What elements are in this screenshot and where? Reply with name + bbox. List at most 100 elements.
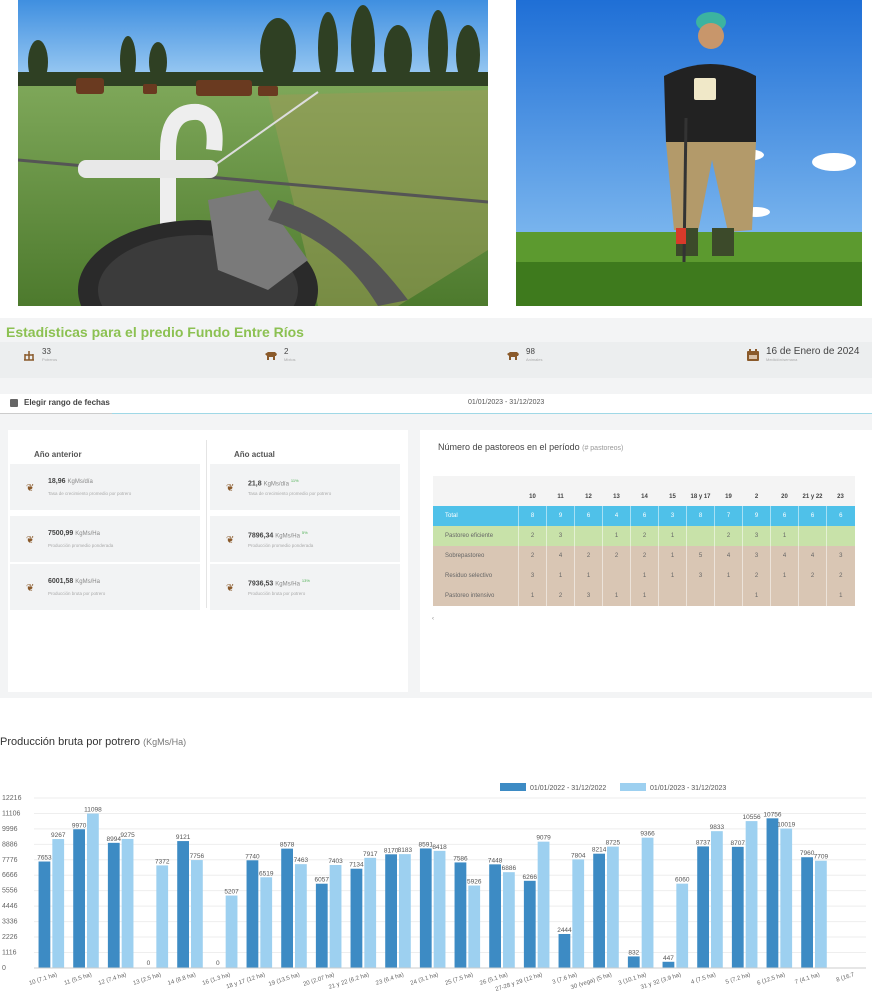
curr-year-header: Año actual — [234, 450, 275, 459]
stat-potreros: 33 Potreros — [22, 347, 57, 363]
x-tick-label: 4 (7.5 ha) — [690, 972, 716, 986]
bar-value-label: 8418 — [432, 844, 447, 851]
grazing-cell: 3 — [742, 546, 771, 566]
grazing-cell: 8 — [518, 506, 547, 526]
scroll-left-arrow[interactable]: ‹ — [432, 616, 436, 624]
bar-value-label: 7756 — [190, 853, 205, 860]
grazing-row: Sobrepastoreo 2 4 2 2 2 1 5 4 3 4 4 3 — [432, 546, 855, 566]
x-tick-label: 5 (7.2 ha) — [725, 972, 751, 986]
x-tick-label: 19 (13.5 ha) — [268, 972, 301, 988]
calendar-icon — [747, 349, 759, 361]
bar-value-label: 6057 — [315, 877, 330, 884]
bar — [572, 859, 585, 968]
stats-bar: 33 Potreros 2 Mixtos 98 Animales 16 de Ener… — [0, 342, 872, 378]
grazing-cell: 2 — [826, 566, 855, 586]
prev-gross-production: ❦ 6001,58 KgMs/Ha Producción bruta por p… — [10, 564, 200, 610]
bar-value-label: 9275 — [120, 832, 135, 839]
grazing-cell: 6 — [630, 506, 659, 526]
bar-value-label: 447 — [663, 955, 674, 962]
x-tick-label: 11 (5.5 ha) — [64, 972, 93, 987]
bar — [676, 883, 689, 968]
y-tick-label: 12216 — [2, 795, 22, 802]
grazing-cell: 4 — [714, 546, 743, 566]
sprout-icon: ❦ — [226, 583, 235, 594]
grazing-cell: 1 — [602, 526, 631, 546]
bar-value-label: 9079 — [536, 835, 551, 842]
grazing-cell — [686, 586, 715, 606]
bar — [52, 839, 65, 968]
bar — [523, 880, 536, 968]
date-range-label: Elegir rango de fechas — [24, 398, 110, 407]
grazing-cell: 1 — [658, 546, 687, 566]
x-tick-label: 21 y 22 (6.2 ha) — [328, 972, 370, 991]
bar-value-label: 8578 — [280, 842, 295, 849]
grazing-col-header: 21 y 22 — [798, 476, 827, 506]
sprout-icon: ❦ — [26, 583, 35, 594]
grazing-cell: 6 — [798, 506, 827, 526]
sprout-icon: ❦ — [226, 535, 235, 546]
bar — [315, 883, 328, 968]
grazing-cell: 8 — [686, 506, 715, 526]
prev-weighted-production: ❦ 7500,99 KgMs/Ha Producción promedio po… — [10, 516, 200, 562]
bar-value-label: 7403 — [328, 858, 343, 865]
grazing-cell — [798, 526, 827, 546]
grazing-cell: 3 — [546, 526, 575, 546]
grazing-cell — [686, 526, 715, 546]
grazing-row-label: Total — [432, 506, 519, 526]
bar — [801, 857, 813, 968]
grazing-col-header: 13 — [602, 476, 631, 506]
grazing-cell: 1 — [518, 586, 547, 606]
grazing-cell: 1 — [658, 526, 687, 546]
bar-value-label: 8737 — [696, 839, 711, 846]
bar-value-label: 7917 — [363, 851, 378, 858]
bar — [780, 828, 793, 968]
year-comparison-panel: Año anterior Año actual ❦ 18,96 KgMs/día… — [8, 430, 408, 692]
grazing-cell: 3 — [742, 526, 771, 546]
bar-value-label: 8707 — [731, 840, 746, 847]
x-tick-label: 24 (3.1 ha) — [410, 972, 439, 987]
sprout-icon: ❦ — [26, 535, 35, 546]
calendar-icon — [10, 399, 18, 407]
bar — [766, 818, 779, 968]
grazing-table: 10 11 12 13 14 15 18 y 17 19 2 20 21 y 22 23 Total 8… — [432, 476, 855, 606]
grazing-col-header: 23 — [826, 476, 855, 506]
grazing-cell — [602, 566, 631, 586]
legend-label: 01/01/2022 - 31/12/2022 — [530, 785, 606, 792]
bar-value-label: 7448 — [488, 857, 503, 864]
date-range-value[interactable]: 01/01/2023 - 31/12/2023 — [468, 399, 544, 406]
bar-value-label: 7804 — [571, 852, 586, 859]
x-tick-label: 13 (2.5 ha) — [132, 972, 161, 987]
grazing-cell: 2 — [798, 566, 827, 586]
grazing-panel-title: Número de pastoreos en el período (# pas… — [438, 442, 624, 452]
grazing-cell — [798, 586, 827, 606]
y-tick-label: 2226 — [2, 934, 18, 941]
bar — [745, 821, 758, 968]
grazing-cell: 2 — [742, 566, 771, 586]
y-tick-label: 7776 — [2, 857, 18, 864]
grazing-row: Total 8 9 6 4 6 3 8 7 9 6 6 6 — [432, 506, 855, 526]
stats-dashboard: Estadísticas para el predio Fundo Entre … — [0, 318, 872, 698]
x-tick-label: 8 (16.7 — [836, 972, 856, 984]
grazing-cell: 6 — [826, 506, 855, 526]
bar — [121, 838, 134, 968]
grazing-col-header: 12 — [574, 476, 603, 506]
grazing-cell: 2 — [546, 586, 575, 606]
x-tick-label: 18 y 17 (12 ha) — [226, 972, 266, 990]
bar-value-label: 10756 — [763, 811, 781, 818]
grazing-row-label: Pastoreo eficiente — [432, 526, 519, 546]
y-tick-label: 4446 — [2, 903, 18, 910]
grazing-cell: 2 — [630, 526, 659, 546]
bar — [329, 864, 342, 968]
grazing-cell — [658, 586, 687, 606]
date-range-picker[interactable]: Elegir rango de fechas 01/01/2023 - 31/1… — [0, 394, 872, 414]
bar — [627, 956, 640, 968]
bar — [711, 831, 723, 968]
grazing-cell: 1 — [826, 586, 855, 606]
grazing-cell: 1 — [630, 566, 659, 586]
grazing-cell: 6 — [574, 506, 603, 526]
bar — [731, 846, 744, 968]
bar-value-label: 7586 — [453, 855, 468, 862]
bar-value-label: 0 — [216, 960, 220, 967]
grazing-cell: 4 — [798, 546, 827, 566]
photo-electric-fence-pasture — [18, 0, 488, 306]
